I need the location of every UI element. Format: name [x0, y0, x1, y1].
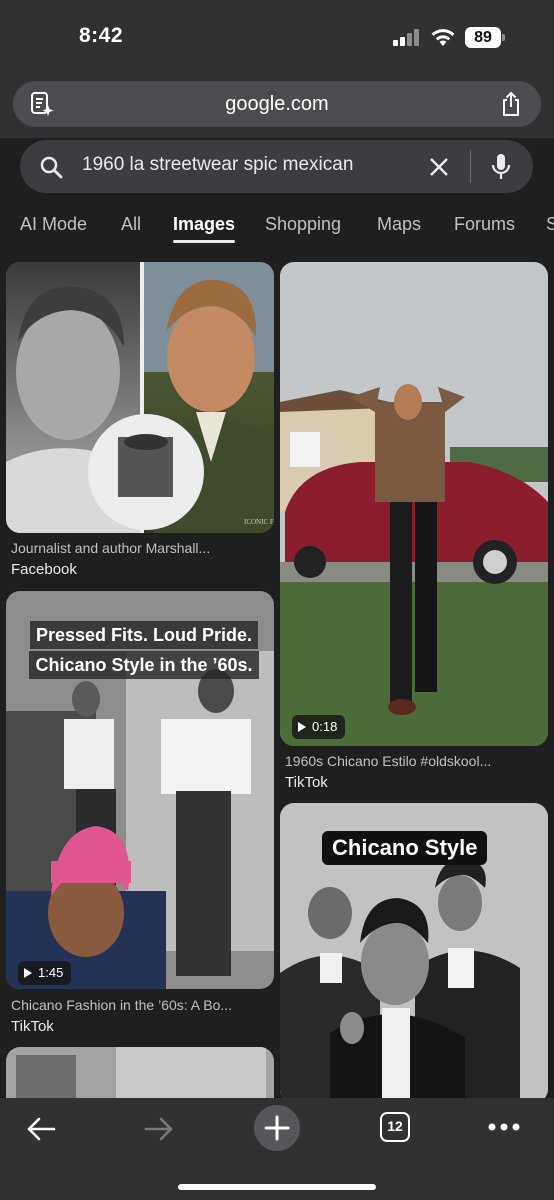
- overlay-line-2: Chicano Style in the ’60s.: [29, 651, 259, 679]
- tab-forums[interactable]: Forums: [454, 214, 515, 235]
- address-bar[interactable]: google.com: [13, 81, 541, 127]
- play-icon: [298, 722, 306, 732]
- search-mode-tabs: AI Mode All Images Shopping Maps Forums …: [0, 200, 554, 250]
- search-query[interactable]: 1960 la streetwear spic mexican: [82, 154, 412, 176]
- result-3-source[interactable]: TikTok: [11, 1018, 54, 1035]
- overlay-line-1: Pressed Fits. Loud Pride.: [29, 621, 259, 649]
- new-tab-plus-icon[interactable]: [253, 1104, 301, 1152]
- back-arrow-icon[interactable]: [26, 1116, 56, 1142]
- video-duration-badge: 1:45: [18, 961, 72, 985]
- cellular-signal-icon: [393, 29, 423, 46]
- result-thumbnail: ICONIC FRAME: [6, 262, 274, 533]
- result-image-1[interactable]: ICONIC FRAME: [6, 262, 274, 533]
- status-bar: 8:42 89: [0, 0, 554, 72]
- active-tab-indicator: [173, 240, 235, 243]
- tab-more[interactable]: S: [546, 214, 554, 235]
- video-overlay-title: Pressed Fits. Loud Pride. Chicano Style …: [24, 621, 264, 681]
- result-image-3[interactable]: Pressed Fits. Loud Pride. Chicano Style …: [6, 591, 274, 989]
- more-icon[interactable]: [487, 1122, 521, 1132]
- video-duration-badge: 0:18: [292, 715, 346, 739]
- result-thumbnail: [280, 262, 548, 746]
- home-indicator[interactable]: [178, 1184, 376, 1190]
- duration-text: 0:18: [312, 719, 338, 734]
- result-thumbnail: [6, 1047, 274, 1103]
- result-2-caption[interactable]: 1960s Chicano Estilo #oldskool...: [285, 753, 547, 769]
- wifi-icon: [431, 29, 455, 46]
- search-icon: [40, 156, 63, 179]
- tab-maps[interactable]: Maps: [377, 214, 421, 235]
- result-image-4[interactable]: Chicano Style: [280, 803, 548, 1103]
- result-1-caption[interactable]: Journalist and author Marshall...: [11, 540, 273, 556]
- search-divider: [470, 150, 471, 183]
- duration-text: 1:45: [38, 965, 64, 980]
- result-2-source[interactable]: TikTok: [285, 774, 328, 791]
- browser-address-area: google.com: [0, 72, 554, 138]
- overlay-title: Chicano Style: [322, 831, 488, 865]
- tab-count: 12: [387, 1118, 403, 1134]
- result-1-source[interactable]: Facebook: [11, 561, 77, 578]
- result-image-5[interactable]: [6, 1047, 274, 1103]
- watermark-text: ICONIC FRAME: [244, 518, 274, 526]
- search-box[interactable]: 1960 la streetwear spic mexican: [20, 140, 533, 193]
- tab-all[interactable]: All: [121, 214, 141, 235]
- share-icon[interactable]: [499, 91, 523, 117]
- battery-indicator: 89: [465, 27, 505, 48]
- battery-level: 89: [465, 27, 501, 48]
- clear-icon[interactable]: [426, 154, 452, 180]
- play-icon: [24, 968, 32, 978]
- forward-arrow-icon[interactable]: [144, 1116, 174, 1142]
- mic-icon[interactable]: [490, 152, 512, 182]
- tabs-icon[interactable]: 12: [380, 1112, 410, 1142]
- tab-shopping[interactable]: Shopping: [265, 214, 341, 235]
- result-3-caption[interactable]: Chicano Fashion in the ’60s: A Bo...: [11, 997, 273, 1013]
- result-image-2[interactable]: 0:18: [280, 262, 548, 746]
- tab-images[interactable]: Images: [173, 214, 235, 235]
- url-text: google.com: [225, 93, 329, 115]
- tab-ai-mode[interactable]: AI Mode: [20, 214, 87, 235]
- status-time: 8:42: [79, 24, 124, 47]
